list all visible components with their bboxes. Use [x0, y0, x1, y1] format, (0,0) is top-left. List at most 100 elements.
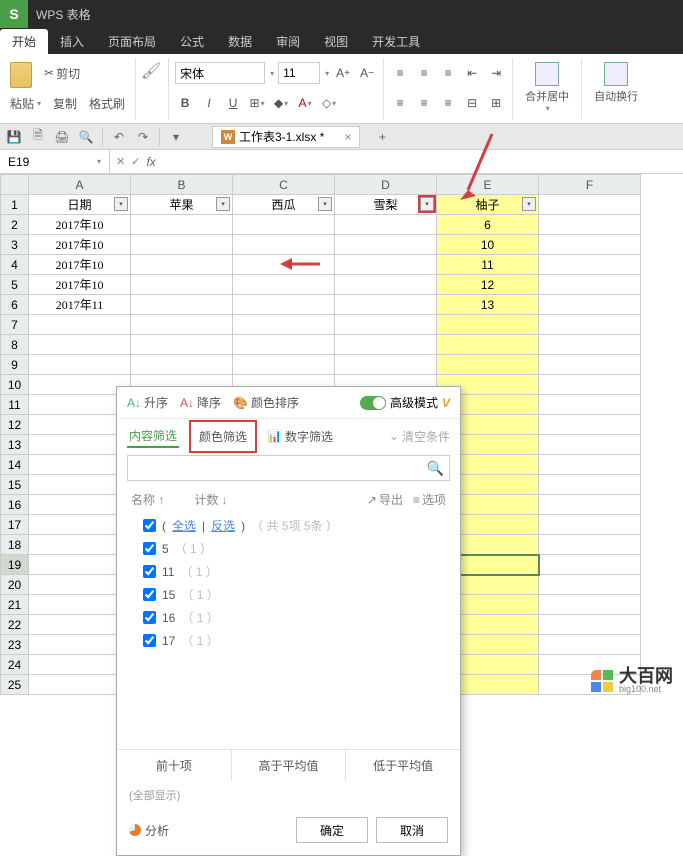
- cell[interactable]: [233, 355, 335, 375]
- above-avg-button[interactable]: 高于平均值: [232, 750, 347, 781]
- row-header[interactable]: 11: [1, 395, 29, 415]
- cell[interactable]: [131, 295, 233, 315]
- col-header-d[interactable]: D: [335, 175, 437, 195]
- cell[interactable]: [233, 235, 335, 255]
- cell[interactable]: 2017年10: [29, 235, 131, 255]
- cell[interactable]: 2017年10: [29, 255, 131, 275]
- select-all-checkbox[interactable]: [143, 519, 156, 532]
- filter-select-all-item[interactable]: (全选|反选) （ 共 5项 5条 ）: [131, 514, 446, 537]
- color-sort-button[interactable]: 🎨颜色排序: [233, 394, 299, 411]
- cell[interactable]: [335, 255, 437, 275]
- col-header-e[interactable]: E: [437, 175, 539, 195]
- font-name-select[interactable]: [175, 62, 265, 84]
- close-icon[interactable]: ×: [344, 130, 351, 144]
- cell[interactable]: [233, 315, 335, 335]
- cell[interactable]: [539, 415, 641, 435]
- ribbon-tab-view[interactable]: 视图: [312, 29, 360, 54]
- filter-tab-color[interactable]: 颜色筛选: [193, 424, 253, 449]
- cell[interactable]: 11: [437, 255, 539, 275]
- indent-left-icon[interactable]: ⇤: [462, 63, 482, 83]
- decrease-font-icon[interactable]: A−: [357, 63, 377, 83]
- below-avg-button[interactable]: 低于平均值: [346, 750, 460, 781]
- cell[interactable]: [131, 255, 233, 275]
- cell[interactable]: [131, 335, 233, 355]
- cell[interactable]: 西瓜▾: [233, 195, 335, 215]
- sort-by-count[interactable]: 计数 ↓: [194, 491, 227, 508]
- align-left-icon[interactable]: ≡: [390, 93, 410, 113]
- cut-button[interactable]: ✂ 剪切: [40, 63, 84, 84]
- cell[interactable]: [539, 455, 641, 475]
- cell[interactable]: [131, 355, 233, 375]
- copy-button[interactable]: 复制: [49, 93, 81, 114]
- cell[interactable]: [539, 235, 641, 255]
- export-button[interactable]: ↗ 导出: [367, 491, 403, 508]
- paste-button[interactable]: [6, 58, 36, 88]
- row-header[interactable]: 23: [1, 635, 29, 655]
- cell[interactable]: [539, 255, 641, 275]
- filter-value-item[interactable]: 16 （ 1 ）: [131, 606, 446, 629]
- filter-item-checkbox[interactable]: [143, 588, 156, 601]
- name-box[interactable]: E19 ▾: [0, 150, 110, 173]
- filter-item-checkbox[interactable]: [143, 634, 156, 647]
- align-right-icon[interactable]: ≡: [438, 93, 458, 113]
- cell[interactable]: [233, 295, 335, 315]
- cell[interactable]: [437, 355, 539, 375]
- ribbon-tab-home[interactable]: 开始: [0, 29, 48, 54]
- underline-button[interactable]: U: [223, 93, 243, 113]
- cell[interactable]: [539, 435, 641, 455]
- col-header-b[interactable]: B: [131, 175, 233, 195]
- cell[interactable]: [539, 515, 641, 535]
- row-header[interactable]: 4: [1, 255, 29, 275]
- cell[interactable]: [539, 375, 641, 395]
- cell[interactable]: 日期▾: [29, 195, 131, 215]
- cell[interactable]: 2017年10: [29, 275, 131, 295]
- qat-more-icon[interactable]: ▾: [168, 129, 184, 145]
- cell[interactable]: [539, 295, 641, 315]
- merge-center-button[interactable]: 合并居中▾: [519, 58, 575, 117]
- options-button[interactable]: ≡ 选项: [413, 491, 446, 508]
- filter-value-item[interactable]: 15 （ 1 ）: [131, 583, 446, 606]
- cell[interactable]: 2017年11: [29, 295, 131, 315]
- clear-filter-button[interactable]: ⌄清空条件: [389, 428, 450, 445]
- filter-search-input[interactable]: [127, 455, 450, 481]
- row-header[interactable]: 12: [1, 415, 29, 435]
- ribbon-tab-review[interactable]: 审阅: [264, 29, 312, 54]
- filter-item-checkbox[interactable]: [143, 565, 156, 578]
- qat-undo-icon[interactable]: ↶: [111, 129, 127, 145]
- new-tab-icon[interactable]: +: [374, 129, 390, 145]
- qat-preview-icon[interactable]: 🔍: [78, 129, 94, 145]
- cell[interactable]: 2017年10: [29, 215, 131, 235]
- filter-item-checkbox[interactable]: [143, 611, 156, 624]
- cell[interactable]: [233, 255, 335, 275]
- row-header[interactable]: 21: [1, 595, 29, 615]
- top10-button[interactable]: 前十项: [117, 750, 232, 781]
- row-header[interactable]: 22: [1, 615, 29, 635]
- cell[interactable]: [335, 275, 437, 295]
- fill-color-button[interactable]: ◆▾: [271, 93, 291, 113]
- cell[interactable]: 苹果▾: [131, 195, 233, 215]
- ribbon-tab-layout[interactable]: 页面布局: [96, 29, 168, 54]
- cell[interactable]: [539, 315, 641, 335]
- filter-dropdown-icon[interactable]: ▾: [216, 197, 230, 211]
- file-tab[interactable]: W 工作表3-1.xlsx * ×: [212, 126, 360, 148]
- col-header-a[interactable]: A: [29, 175, 131, 195]
- align-center-icon[interactable]: ≡: [414, 93, 434, 113]
- cell[interactable]: [437, 315, 539, 335]
- filter-dropdown-icon[interactable]: ▾: [522, 197, 536, 211]
- increase-font-icon[interactable]: A+: [333, 63, 353, 83]
- cell[interactable]: 13: [437, 295, 539, 315]
- ok-button[interactable]: 确定: [296, 817, 368, 843]
- chevron-down-icon[interactable]: ▾: [97, 157, 101, 166]
- filter-value-item[interactable]: 5 （ 1 ）: [131, 537, 446, 560]
- cell[interactable]: [539, 615, 641, 635]
- brush-icon[interactable]: 🖌: [140, 58, 162, 84]
- merge-cells-icon[interactable]: ⊟: [462, 93, 482, 113]
- row-header[interactable]: 6: [1, 295, 29, 315]
- filter-value-item[interactable]: 11 （ 1 ）: [131, 560, 446, 583]
- row-header[interactable]: 14: [1, 455, 29, 475]
- filter-item-checkbox[interactable]: [143, 542, 156, 555]
- cell[interactable]: 柚子▾: [437, 195, 539, 215]
- cell[interactable]: [539, 355, 641, 375]
- row-header[interactable]: 3: [1, 235, 29, 255]
- indent-right-icon[interactable]: ⇥: [486, 63, 506, 83]
